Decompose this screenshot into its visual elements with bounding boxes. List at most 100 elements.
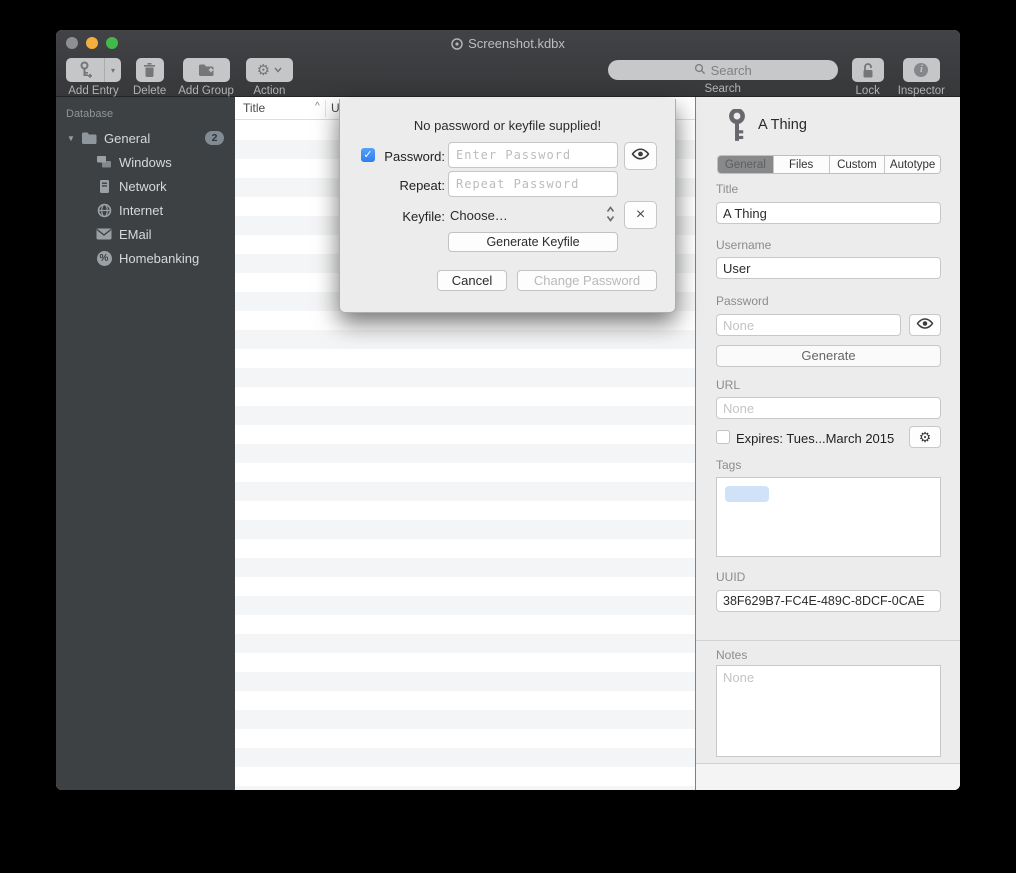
reveal-password-button[interactable] xyxy=(624,142,657,170)
server-icon xyxy=(95,177,113,195)
group-label: Windows xyxy=(119,155,172,170)
folder-icon xyxy=(80,129,98,147)
notes-field[interactable] xyxy=(716,665,941,757)
change-password-dialog: No password or keyfile supplied! ✓ Passw… xyxy=(339,99,676,313)
chevron-down-icon xyxy=(274,67,282,73)
folder-plus-icon xyxy=(198,63,215,77)
tab-files[interactable]: Files xyxy=(773,156,829,173)
sidebar-item-internet[interactable]: Internet xyxy=(56,198,235,222)
lock-icon xyxy=(861,62,875,79)
gear-icon: ⚙ xyxy=(257,61,270,79)
inspector-panel: A Thing General Files Custom Autotype Ti… xyxy=(695,97,960,790)
title-field[interactable] xyxy=(716,202,941,224)
url-label: URL xyxy=(716,378,740,392)
stepper-icon[interactable] xyxy=(606,205,615,228)
add-entry-dropdown-arrow[interactable]: ▾ xyxy=(104,58,121,82)
close-x-icon: × xyxy=(636,206,645,224)
app-window: Screenshot.kdbx ▾ Add Entry Delete xyxy=(56,30,960,790)
group-label: Internet xyxy=(119,203,163,218)
expires-settings-button[interactable]: ⚙ xyxy=(909,426,941,448)
url-field[interactable] xyxy=(716,397,941,419)
username-label: Username xyxy=(716,238,771,252)
search-input[interactable]: Search xyxy=(608,60,838,80)
inspector-footer xyxy=(696,764,960,790)
keyfile-popup[interactable]: Choose… xyxy=(450,208,508,223)
delete-button[interactable] xyxy=(136,58,164,82)
disclosure-triangle-icon[interactable]: ▼ xyxy=(62,134,80,143)
inspector-button[interactable]: i xyxy=(903,58,940,82)
clear-keyfile-button[interactable]: × xyxy=(624,201,657,229)
gear-icon: ⚙ xyxy=(919,427,932,447)
info-icon: i xyxy=(914,63,928,77)
add-group-label: Add Group xyxy=(178,85,234,97)
search-icon xyxy=(694,63,706,78)
entry-count-badge: 2 xyxy=(205,131,224,145)
tab-autotype[interactable]: Autotype xyxy=(884,156,940,173)
key-icon xyxy=(727,109,747,148)
eye-icon xyxy=(631,147,650,165)
toolbar: Screenshot.kdbx ▾ Add Entry Delete xyxy=(56,30,960,97)
add-entry-button[interactable]: ▾ xyxy=(66,58,121,82)
envelope-icon xyxy=(95,225,113,243)
percent-icon: % xyxy=(95,249,113,267)
uuid-field[interactable] xyxy=(716,590,941,612)
add-entry-label: Add Entry xyxy=(68,85,119,97)
password-label: Password xyxy=(716,294,769,308)
sidebar: Database ▼ General 2 Windows Network xyxy=(56,97,235,790)
password-input[interactable] xyxy=(448,142,618,168)
sort-ascending-icon: ^ xyxy=(315,101,320,112)
dialog-message: No password or keyfile supplied! xyxy=(340,118,675,133)
generate-keyfile-button[interactable]: Generate Keyfile xyxy=(448,232,618,252)
sidebar-item-network[interactable]: Network xyxy=(56,174,235,198)
keyfile-label: Keyfile: xyxy=(361,209,445,224)
key-plus-icon xyxy=(66,58,104,82)
tab-general[interactable]: General xyxy=(718,156,773,173)
uuid-label: UUID xyxy=(716,570,745,584)
repeat-label: Repeat: xyxy=(361,178,445,193)
tag-pill[interactable] xyxy=(725,486,769,502)
divider xyxy=(696,640,960,641)
group-label: General xyxy=(104,131,150,146)
expires-checkbox[interactable] xyxy=(716,430,730,444)
expires-label: Expires: Tues...March 2015 xyxy=(736,431,894,446)
column-header-title[interactable]: Title xyxy=(243,101,265,115)
inspector-tabs: General Files Custom Autotype xyxy=(717,155,941,174)
tab-custom[interactable]: Custom xyxy=(829,156,885,173)
entry-title: A Thing xyxy=(758,117,807,133)
action-label: Action xyxy=(253,85,285,97)
windows-network-icon xyxy=(95,153,113,171)
globe-icon xyxy=(95,201,113,219)
repeat-password-input[interactable] xyxy=(448,171,618,197)
sidebar-item-windows[interactable]: Windows xyxy=(56,150,235,174)
eye-icon xyxy=(916,316,934,334)
action-button[interactable]: ⚙ xyxy=(246,58,293,82)
tags-label: Tags xyxy=(716,458,741,472)
sidebar-item-email[interactable]: EMail xyxy=(56,222,235,246)
group-label: EMail xyxy=(119,227,152,242)
add-group-button[interactable] xyxy=(183,58,230,82)
password-label: Password: xyxy=(361,149,445,164)
sidebar-item-general[interactable]: ▼ General 2 xyxy=(56,126,235,150)
window-title: Screenshot.kdbx xyxy=(56,36,960,53)
change-password-button[interactable]: Change Password xyxy=(517,270,657,291)
trash-icon xyxy=(143,62,156,78)
inspector-label: Inspector xyxy=(898,85,945,97)
password-field[interactable] xyxy=(716,314,901,336)
group-label: Network xyxy=(119,179,167,194)
notes-label: Notes xyxy=(716,648,747,662)
sidebar-item-homebanking[interactable]: % Homebanking xyxy=(56,246,235,270)
reveal-password-button[interactable] xyxy=(909,314,941,336)
tags-box[interactable] xyxy=(716,477,941,557)
delete-label: Delete xyxy=(133,85,166,97)
search-label: Search xyxy=(704,83,740,95)
generate-password-button[interactable]: Generate xyxy=(716,345,941,367)
lock-label: Lock xyxy=(856,85,880,97)
sidebar-header-database: Database xyxy=(66,108,235,120)
group-label: Homebanking xyxy=(119,251,199,266)
title-label: Title xyxy=(716,182,738,196)
column-divider[interactable] xyxy=(325,100,326,117)
document-proxy-icon xyxy=(451,38,463,53)
username-field[interactable] xyxy=(716,257,941,279)
cancel-button[interactable]: Cancel xyxy=(437,270,507,291)
lock-button[interactable] xyxy=(852,58,884,82)
